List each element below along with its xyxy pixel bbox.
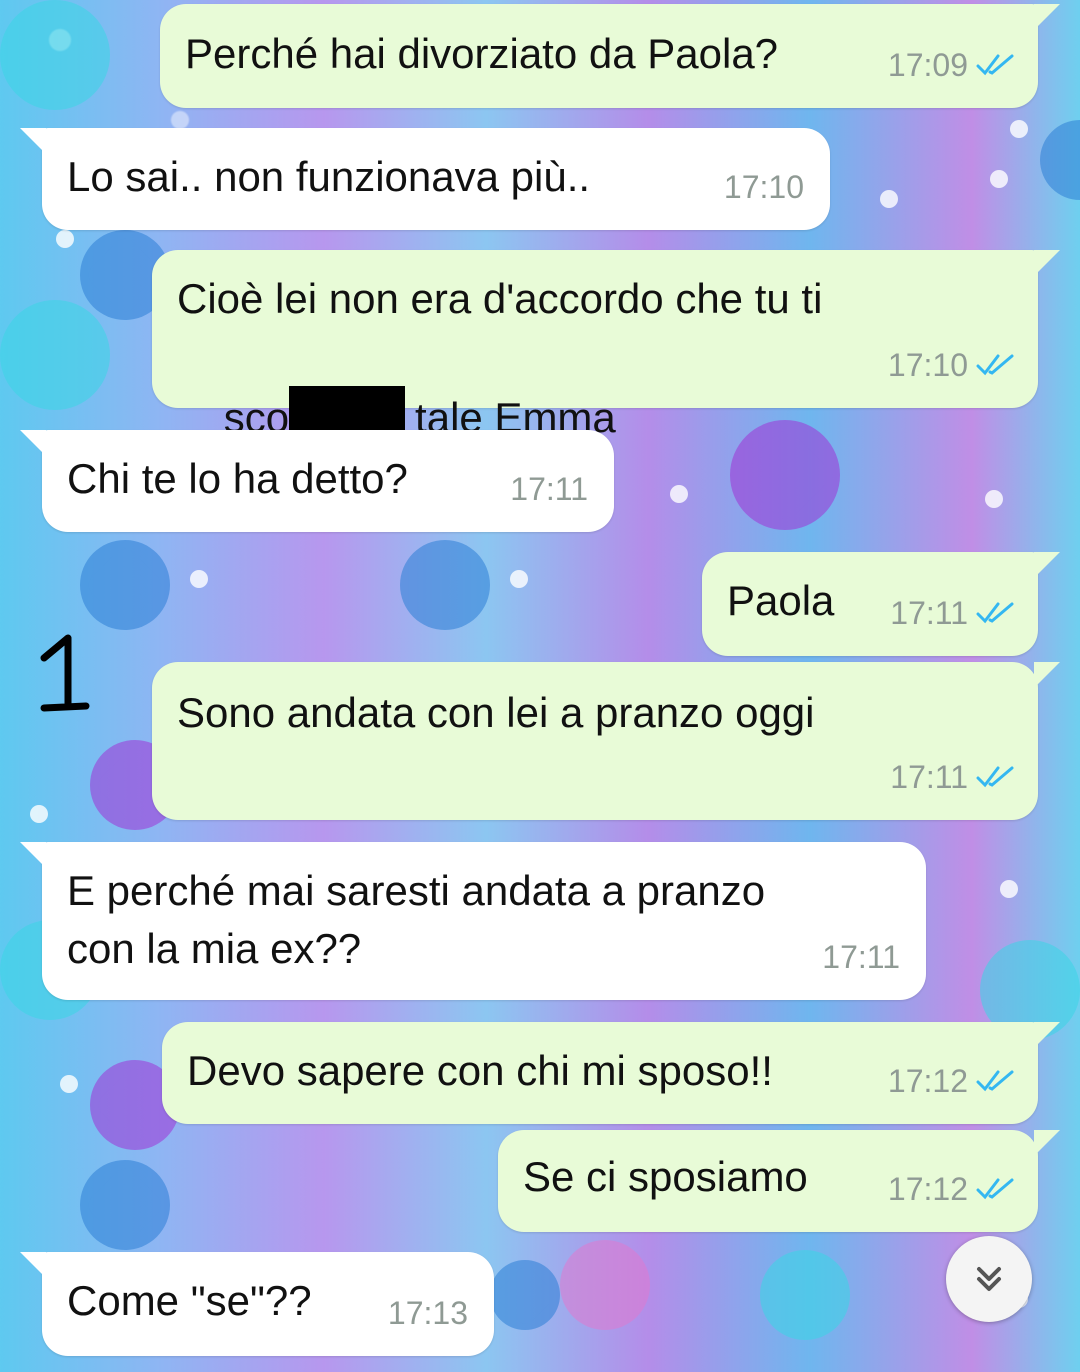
message-meta: 17:10	[724, 158, 804, 216]
message-text: Devo sapere con chi mi sposo!!	[187, 1047, 773, 1094]
message-bubble-incoming[interactable]: Come "se"?? 17:13	[20, 1252, 494, 1356]
message-meta: 17:12	[888, 1052, 1016, 1110]
message-time: 17:12	[887, 1063, 968, 1099]
message-time: 17:11	[890, 759, 968, 795]
read-receipt-icon	[976, 1178, 1014, 1200]
message-time: 17:11	[890, 595, 968, 631]
message-text-line1: Cioè lei non era d'accordo che tu ti	[177, 275, 823, 322]
message-time: 17:12	[887, 1171, 968, 1207]
message-time: 17:13	[387, 1295, 468, 1331]
message-meta: 17:11	[822, 928, 900, 986]
message-bubble-outgoing[interactable]: Paola 17:11	[702, 552, 1060, 656]
message-meta: 17:11	[890, 748, 1016, 806]
message-bubble-incoming[interactable]: Lo sai.. non funzionava più.. 17:10	[20, 128, 830, 230]
message-time: 17:11	[822, 939, 900, 975]
message-bubble-incoming[interactable]: Chi te lo ha detto? 17:11	[20, 430, 614, 532]
message-time: 17:11	[510, 471, 588, 507]
message-meta: 17:09	[888, 36, 1016, 94]
read-receipt-icon	[976, 354, 1014, 376]
message-bubble-outgoing[interactable]: Cioè lei non era d'accordo che tu ti sco…	[152, 250, 1060, 444]
message-text-line1: E perché mai saresti andata a pranzo	[67, 867, 766, 914]
message-time: 17:10	[723, 169, 804, 205]
message-text: Paola	[727, 577, 835, 624]
message-text-line2: con la mia ex??	[67, 925, 362, 972]
message-text: Perché hai divorziato da Paola?	[185, 30, 779, 77]
message-meta: 17:12	[888, 1160, 1016, 1218]
message-bubble-outgoing[interactable]: Devo sapere con chi mi sposo!! 17:12	[162, 1022, 1060, 1124]
message-text: Come "se"??	[67, 1277, 312, 1324]
handwritten-annotation-number	[40, 634, 90, 712]
double-chevron-down-icon	[977, 1267, 1001, 1291]
read-receipt-icon	[976, 602, 1014, 624]
message-bubble-outgoing[interactable]: Sono andata con lei a pranzo oggi 17:11	[152, 662, 1060, 820]
message-text: Lo sai.. non funzionava più..	[67, 153, 591, 200]
message-bubble-outgoing[interactable]: Perché hai divorziato da Paola? 17:09	[160, 4, 1060, 108]
scroll-to-bottom-button[interactable]	[946, 1236, 1032, 1322]
read-receipt-icon	[976, 766, 1014, 788]
message-text: Sono andata con lei a pranzo oggi	[177, 689, 815, 736]
message-meta: 17:13	[388, 1284, 468, 1342]
message-meta: 17:11	[890, 584, 1016, 642]
read-receipt-icon	[976, 54, 1014, 76]
message-bubble-outgoing[interactable]: Se ci sposiamo 17:12	[498, 1130, 1060, 1232]
message-text: Chi te lo ha detto?	[67, 455, 408, 502]
message-bubble-incoming[interactable]: E perché mai saresti andata a pranzo con…	[20, 842, 926, 1000]
read-receipt-icon	[976, 1070, 1014, 1092]
message-meta: 17:10	[888, 336, 1016, 394]
message-text: Se ci sposiamo	[523, 1153, 808, 1200]
message-meta: 17:11	[510, 460, 588, 518]
message-time: 17:09	[887, 47, 968, 83]
message-time: 17:10	[887, 347, 968, 383]
